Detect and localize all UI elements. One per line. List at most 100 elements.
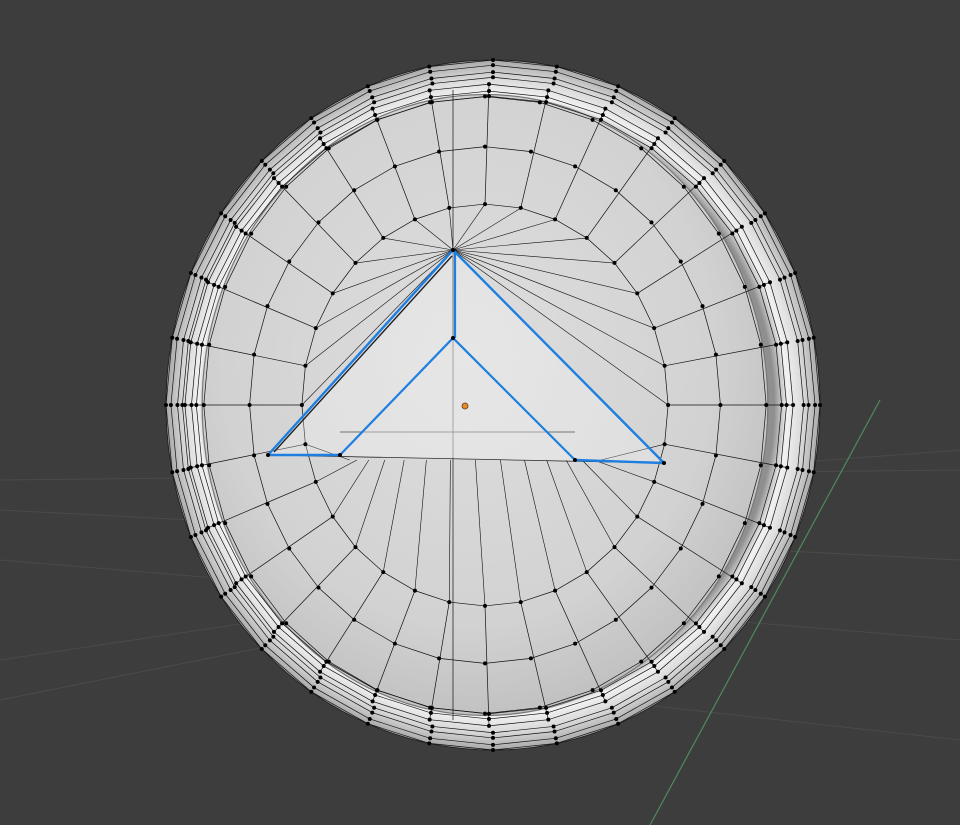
vertex	[428, 705, 433, 710]
vertex	[697, 181, 702, 186]
vertex	[428, 736, 433, 741]
vertex	[793, 535, 798, 540]
vertex	[782, 275, 787, 280]
vertex	[613, 188, 618, 193]
vertex	[609, 705, 614, 710]
vertex	[762, 594, 767, 599]
vertex	[206, 280, 211, 285]
vertex	[611, 95, 616, 100]
vertex	[584, 235, 589, 240]
vertex	[309, 116, 314, 121]
vertex	[447, 600, 452, 605]
vertex	[212, 523, 217, 528]
vertex	[188, 465, 193, 470]
vertex	[321, 141, 326, 146]
vertex	[318, 130, 323, 135]
vertex	[811, 470, 816, 475]
vertex	[806, 469, 811, 474]
vertex	[635, 514, 640, 519]
vertex	[649, 146, 654, 151]
vertex	[702, 176, 707, 181]
vertex	[252, 352, 257, 357]
vertex	[795, 339, 800, 344]
vertex	[714, 167, 719, 172]
vertex	[428, 95, 433, 100]
vertex	[795, 466, 800, 471]
vertex	[326, 146, 331, 151]
vertex	[767, 280, 772, 285]
vertex	[271, 176, 276, 181]
vertex	[188, 340, 193, 345]
vertex	[321, 664, 326, 669]
vertex	[370, 710, 375, 715]
vertex	[375, 117, 380, 122]
vertex	[427, 717, 432, 722]
vertex	[544, 100, 549, 105]
vertex	[284, 621, 289, 626]
vertex	[219, 594, 224, 599]
vertex	[603, 699, 608, 704]
vertex	[313, 479, 318, 484]
vertex	[551, 724, 556, 729]
vertex	[652, 326, 657, 331]
vertex	[818, 403, 822, 407]
vertex	[483, 711, 487, 716]
vertex	[553, 69, 558, 74]
vertex	[189, 403, 194, 407]
vertex	[713, 453, 718, 458]
vertex	[175, 469, 180, 474]
vertex	[228, 218, 233, 223]
vertex	[263, 162, 268, 167]
vertex	[598, 117, 603, 122]
vertex	[753, 587, 758, 592]
3d-viewport[interactable]	[0, 0, 960, 825]
vertex	[678, 546, 683, 551]
vertex	[175, 403, 180, 407]
vertex	[666, 126, 671, 131]
vertex	[216, 284, 221, 289]
vertex	[234, 224, 239, 229]
vertex	[365, 84, 370, 89]
vertex	[303, 442, 308, 447]
vertex	[718, 162, 723, 167]
viewport-canvas[interactable]	[0, 0, 960, 825]
vertex	[365, 721, 370, 726]
vertex	[491, 748, 495, 752]
vertex	[338, 453, 342, 457]
vertex	[312, 685, 317, 690]
vertex	[537, 705, 542, 710]
vertex	[188, 535, 193, 540]
vertex	[315, 126, 320, 131]
vertex	[352, 188, 357, 193]
vertex	[793, 270, 798, 275]
vertex	[170, 470, 175, 475]
vertex	[730, 231, 735, 236]
vertex	[710, 171, 715, 176]
vertex	[352, 617, 357, 622]
vertex	[430, 724, 435, 729]
vertex	[554, 741, 559, 746]
vertex	[367, 716, 372, 721]
vertex	[700, 304, 705, 309]
vertex	[451, 336, 455, 340]
vertex	[573, 458, 577, 462]
vertex	[168, 403, 173, 407]
vertex	[212, 282, 217, 287]
vertex	[207, 463, 212, 468]
vertex	[552, 76, 557, 81]
vertex	[392, 641, 397, 646]
vertex	[370, 699, 375, 704]
vertex	[544, 705, 549, 710]
vertex	[672, 689, 677, 694]
vertex	[207, 342, 212, 347]
vertex	[616, 84, 621, 89]
vertex	[223, 284, 228, 289]
vertex	[778, 277, 783, 282]
vertex	[430, 81, 435, 86]
vertex	[782, 530, 787, 535]
vertex	[663, 130, 668, 135]
vertex	[276, 624, 281, 629]
vertex	[528, 149, 533, 154]
object-origin[interactable]	[461, 402, 469, 410]
vertex	[175, 336, 180, 341]
